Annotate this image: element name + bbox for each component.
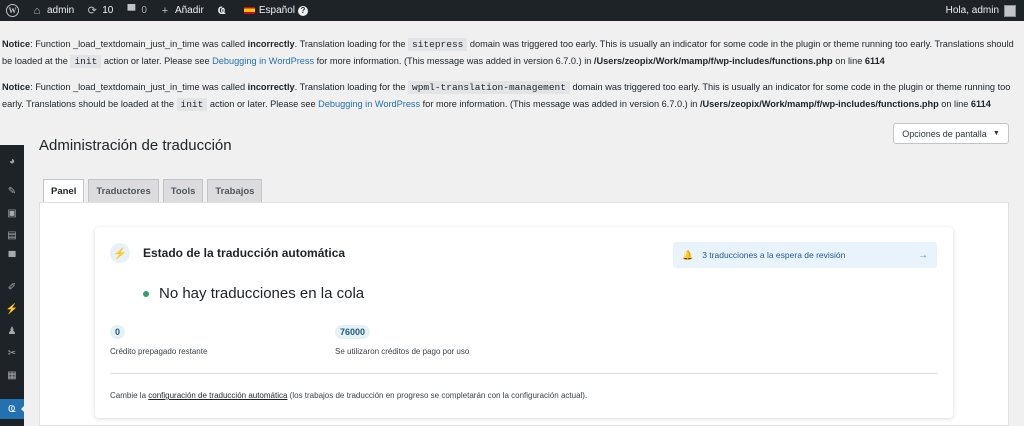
notice-text: : Function _load_textdomain_just_in_time… (30, 39, 248, 49)
menu-settings-icon[interactable]: ▦ (0, 365, 24, 385)
site-name-menu[interactable]: ⌂ admin (25, 0, 80, 21)
notice-text: action or later. Please see (207, 99, 319, 109)
debugging-link[interactable]: Debugging in WordPress (318, 99, 420, 109)
paid-credit-label: Se utilizaron créditos de pago por uso (335, 347, 470, 356)
auto-translation-card: ⚡ Estado de la traducción automática 🔔 3… (95, 227, 953, 418)
notice-text: for more information. (This message was … (314, 56, 594, 66)
queue-status: No hay traducciones en la cola (143, 285, 364, 302)
comments-count: 0 (141, 5, 147, 16)
tab-translators[interactable]: Traductores (88, 179, 159, 203)
notice-path: /Users/zeopix/Work/mamp/f/wp-includes/fu… (699, 99, 939, 109)
screen-options-button[interactable]: Opciones de pantalla ▼ (893, 123, 1009, 144)
notice-text: . Translation loading for the (294, 39, 409, 49)
wpml-menu[interactable]: Ҩ (210, 0, 238, 21)
notice-emphasis: incorrectly (247, 39, 295, 49)
notice-text: for more information. (This message was … (420, 99, 700, 109)
wordpress-logo-icon: W (6, 4, 19, 17)
wordpress-logo-menu[interactable]: W (0, 0, 25, 21)
card-title: Estado de la traducción automática (143, 246, 346, 260)
updates-menu[interactable]: ⟳ 10 (80, 0, 119, 21)
menu-media-icon[interactable]: ▣ (0, 203, 24, 223)
language-switcher[interactable]: Español ? (238, 0, 314, 21)
config-note: Cambie la configuración de traducción au… (110, 391, 587, 400)
notice-code: init (176, 98, 208, 111)
tab-tools[interactable]: Tools (162, 179, 204, 203)
status-dot-icon (143, 290, 149, 297)
notice-code: init (70, 55, 102, 68)
prepaid-credit-label: Crédito prepagado restante (110, 347, 208, 356)
comments-menu[interactable]: ▀ 0 (119, 0, 153, 21)
notice-path: /Users/zeopix/Work/mamp/f/wp-includes/fu… (593, 56, 833, 66)
config-note-prefix: Cambie la (110, 391, 149, 400)
bell-icon: 🔔 (682, 249, 694, 260)
tab-panel[interactable]: Panel (43, 179, 85, 204)
new-label: Añadir (174, 5, 204, 16)
card-divider (110, 373, 938, 374)
notice-line: 6114 (864, 56, 885, 66)
menu-wpml-icon[interactable]: Ҩ (0, 399, 25, 419)
notice-text: . Translation loading for the (294, 82, 409, 92)
menu-pages-icon[interactable]: ▤ (0, 225, 24, 245)
refresh-icon: ⟳ (87, 5, 97, 17)
plus-icon: + (161, 4, 169, 17)
paid-credit-badge: 76000 (335, 325, 371, 339)
wpml-logo-icon: Ҩ (217, 4, 226, 17)
menu-dashboard-icon[interactable]: ◕ (0, 151, 24, 171)
menu-tools-icon[interactable]: ✂ (0, 343, 24, 363)
menu-users-icon[interactable]: ♟ (0, 321, 24, 341)
comment-icon: ▀ (127, 4, 136, 17)
lightning-icon: ⚡ (110, 243, 130, 263)
spain-flag-icon (243, 7, 255, 14)
notice-code: sitepress (408, 38, 468, 51)
queue-status-text: No hay traducciones en la cola (159, 285, 365, 302)
php-notice: Notice: Function _load_textdomain_just_i… (2, 36, 1022, 70)
tab-jobs[interactable]: Trabajos (207, 179, 263, 203)
notice-text: : Function _load_textdomain_just_in_time… (30, 82, 248, 92)
menu-appearance-icon[interactable]: ✐ (0, 277, 24, 297)
notice-code: wpml-translation-management (408, 81, 570, 94)
admin-sidebar: ◕ ✎ ▣ ▤ ▀ ✐ ⚡ ♟ ✂ ▦ Ҩ (0, 145, 25, 426)
site-name: admin (47, 5, 75, 16)
home-icon: ⌂ (33, 4, 41, 17)
screen-options-label: Opciones de pantalla (902, 128, 987, 139)
notice-emphasis: incorrectly (247, 82, 295, 92)
greeting: Hola, admin (945, 5, 999, 16)
arrow-right-icon: → (918, 249, 928, 261)
notice-prefix: Notice (2, 39, 31, 49)
review-pending-link[interactable]: 🔔 3 traducciones a la espera de revisión… (673, 242, 937, 268)
admin-bar: W ⌂ admin ⟳ 10 ▀ 0 + Añadir Ҩ Español ? … (0, 0, 1024, 21)
language-label: Español (258, 5, 295, 16)
updates-count: 10 (102, 5, 114, 16)
review-text: 3 traducciones a la espera de revisión (702, 250, 846, 260)
avatar (1004, 4, 1016, 17)
help-icon: ? (297, 5, 308, 16)
notice-text: action or later. Please see (101, 56, 213, 66)
menu-plugins-icon[interactable]: ⚡ (0, 299, 24, 319)
notice-prefix: Notice (2, 82, 31, 92)
caret-down-icon: ▼ (992, 130, 1000, 137)
prepaid-credit-badge: 0 (110, 325, 126, 339)
new-content-menu[interactable]: + Añadir (153, 0, 210, 21)
debugging-link[interactable]: Debugging in WordPress (212, 56, 314, 66)
menu-comments-icon[interactable]: ▀ (0, 247, 24, 267)
account-menu[interactable]: Hola, admin (940, 0, 1024, 21)
menu-posts-icon[interactable]: ✎ (0, 181, 24, 201)
notice-text: on line (938, 99, 971, 109)
config-note-suffix: (los trabajos de traducción en progreso … (287, 391, 588, 400)
tab-bar: Panel Traductores Tools Trabajos (43, 179, 263, 204)
auto-translation-config-link[interactable]: configuración de traducción automática (148, 391, 287, 400)
notice-line: 6114 (970, 99, 991, 109)
php-notice: Notice: Function _load_textdomain_just_i… (2, 79, 1022, 113)
notice-text: on line (832, 56, 865, 66)
page-title: Administración de traducción (39, 137, 232, 154)
